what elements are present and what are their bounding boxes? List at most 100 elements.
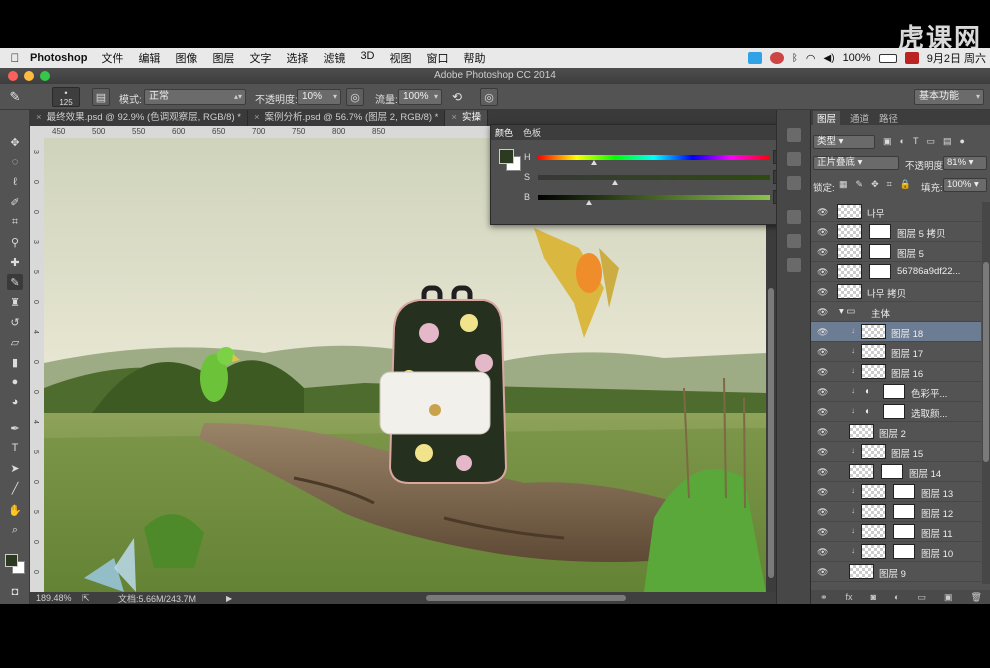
layer-mask-thumbnail[interactable] (893, 504, 915, 519)
battery-level[interactable]: 100% (843, 52, 871, 64)
bluetooth-icon[interactable]: ᛒ (792, 53, 798, 64)
status-menu-arrow-icon[interactable]: ▶ (226, 594, 232, 603)
layer-mask-thumbnail[interactable] (883, 404, 905, 419)
layer-opacity-field[interactable]: 81% ▾ (943, 156, 987, 170)
layer-row[interactable]: 👁 图层 5 拷贝 (811, 222, 981, 242)
layer-mask-thumbnail[interactable] (893, 484, 915, 499)
add-mask-icon[interactable]: ◙ (871, 592, 876, 602)
layer-name[interactable]: 图层 13 (921, 486, 953, 500)
layer-row[interactable]: 👁 ↓ 图层 17 (811, 342, 981, 362)
layer-thumbnail[interactable] (861, 544, 886, 559)
visibility-eye-icon[interactable]: 👁 (817, 427, 828, 438)
saturation-knob[interactable] (611, 180, 618, 185)
layer-name[interactable]: 图层 16 (891, 366, 923, 380)
close-tab-icon[interactable]: × (451, 112, 457, 123)
layer-thumbnail[interactable] (837, 244, 862, 259)
brush-presets-icon[interactable] (787, 210, 801, 224)
move-tool-icon[interactable]: ✥ (7, 134, 23, 150)
menu-item[interactable]: 窗口 (427, 50, 449, 66)
layer-row[interactable]: 👁 图层 14 (811, 462, 981, 482)
menu-item[interactable]: 文字 (249, 50, 271, 66)
layer-thumbnail[interactable] (837, 264, 862, 279)
layer-mask-thumbnail[interactable] (869, 244, 891, 259)
blur-tool-icon[interactable]: ● (7, 374, 23, 390)
tab-layers[interactable]: 图层 (813, 110, 841, 125)
link-layers-icon[interactable]: ⚭ (820, 592, 828, 603)
layer-thumbnail[interactable] (861, 344, 886, 359)
brush-tool-icon[interactable]: ✎ (7, 274, 23, 290)
layer-name[interactable]: 图层 11 (921, 526, 953, 540)
close-tab-icon[interactable]: × (254, 112, 260, 123)
app-indicator-icon[interactable] (747, 52, 762, 64)
layer-thumbnail[interactable] (861, 444, 886, 459)
visibility-eye-icon[interactable]: 👁 (817, 447, 828, 458)
app-menu[interactable]: Photoshop (30, 52, 87, 64)
layer-name[interactable]: 图层 5 (897, 246, 924, 260)
brush-tool-preset-icon[interactable]: ✎ (0, 89, 30, 105)
layer-thumbnail[interactable] (837, 224, 862, 239)
flow-field[interactable]: 100% ▾ (398, 89, 442, 105)
layer-row[interactable]: 👁 ↓ ◐ 选取颜... (811, 402, 981, 422)
path-select-tool-icon[interactable]: ➤ (7, 460, 23, 476)
layer-name[interactable]: 图层 2 (879, 426, 906, 440)
tab-swatches[interactable]: 色板 (523, 126, 541, 139)
visibility-eye-icon[interactable]: 👁 (817, 487, 828, 498)
close-button[interactable] (8, 71, 18, 81)
layers-scrollbar[interactable] (982, 202, 990, 584)
pressure-opacity-icon[interactable]: ◎ (346, 88, 364, 106)
gradient-tool-icon[interactable]: ▮ (7, 354, 23, 370)
visibility-eye-icon[interactable]: 👁 (817, 567, 828, 578)
new-layer-icon[interactable]: ▣ (944, 592, 953, 603)
visibility-eye-icon[interactable]: 👁 (817, 327, 828, 338)
menu-item[interactable]: 视图 (390, 50, 412, 66)
zoom-tool-icon[interactable]: ⌕ (7, 522, 23, 538)
layer-mask-thumbnail[interactable] (869, 224, 891, 239)
layer-name[interactable]: 图层 14 (909, 466, 941, 480)
zoom-button[interactable] (40, 71, 50, 81)
visibility-eye-icon[interactable]: 👁 (817, 407, 828, 418)
layer-name[interactable]: 나무 拷贝 (867, 286, 906, 300)
lock-position-icon[interactable]: ✥ (871, 179, 879, 190)
saturation-slider[interactable]: S 33 % (524, 170, 812, 185)
visibility-eye-icon[interactable]: 👁 (817, 347, 828, 358)
lock-artboard-icon[interactable]: ⌗ (887, 179, 892, 190)
layer-mask-thumbnail[interactable] (869, 264, 891, 279)
saturation-track[interactable] (538, 175, 770, 180)
tab-case-analysis[interactable]: × 案例分析.psd @ 56.7% (图层 2, RGB/8) * (248, 110, 446, 126)
tab-color[interactable]: 颜色 (495, 126, 513, 139)
pen-tool-icon[interactable]: ✒ (7, 420, 23, 436)
crop-tool-icon[interactable]: ⌗ (7, 214, 23, 230)
layer-row[interactable]: 👁 ↓ 图层 13 (811, 482, 981, 502)
layer-row[interactable]: 👁 图层 5 (811, 242, 981, 262)
visibility-eye-icon[interactable]: 👁 (817, 507, 828, 518)
layer-name[interactable]: 主体 (871, 306, 890, 320)
volume-icon[interactable]: ◀) (824, 53, 835, 64)
creative-cloud-icon[interactable] (769, 52, 784, 64)
wifi-icon[interactable]: ◠ (806, 52, 816, 65)
healing-brush-tool-icon[interactable]: ✚ (7, 254, 23, 270)
layer-row[interactable]: 👁 ↓ ◐ 色彩平... (811, 382, 981, 402)
menu-item[interactable]: 图像 (175, 50, 197, 66)
smart-object-filter-icon[interactable]: ▤ (943, 136, 952, 147)
tab-practice[interactable]: × 实操 (445, 110, 488, 126)
history-brush-tool-icon[interactable]: ↺ (7, 314, 23, 330)
layer-mask-thumbnail[interactable] (893, 524, 915, 539)
pressure-size-icon[interactable]: ◎ (480, 88, 498, 106)
layer-row[interactable]: 👁 ↓ 图层 10 (811, 542, 981, 562)
layer-mask-thumbnail[interactable] (883, 384, 905, 399)
marquee-tool-icon[interactable]: ◌ (7, 154, 23, 170)
visibility-eye-icon[interactable]: 👁 (817, 207, 828, 218)
brightness-track[interactable] (538, 195, 770, 200)
layer-mask-thumbnail[interactable] (881, 464, 903, 479)
apple-icon[interactable]:  (0, 51, 30, 65)
brush-size-picker[interactable]: • 125 (52, 87, 80, 107)
layer-row[interactable]: 👁 图层 9 (811, 562, 981, 582)
tab-final-effect[interactable]: × 最终效果.psd @ 92.9% (色调观察层, RGB/8) * (30, 110, 248, 126)
type-filter-icon[interactable]: T (913, 136, 919, 147)
brush-panel-toggle-icon[interactable]: ▤ (92, 88, 110, 106)
layer-name[interactable]: 图层 5 拷贝 (897, 226, 946, 240)
menu-item[interactable]: 滤镜 (323, 50, 345, 66)
layer-thumbnail[interactable] (837, 284, 862, 299)
quick-mask-icon[interactable]: ◘ (7, 584, 23, 600)
paragraph-panel-icon[interactable] (787, 234, 801, 248)
